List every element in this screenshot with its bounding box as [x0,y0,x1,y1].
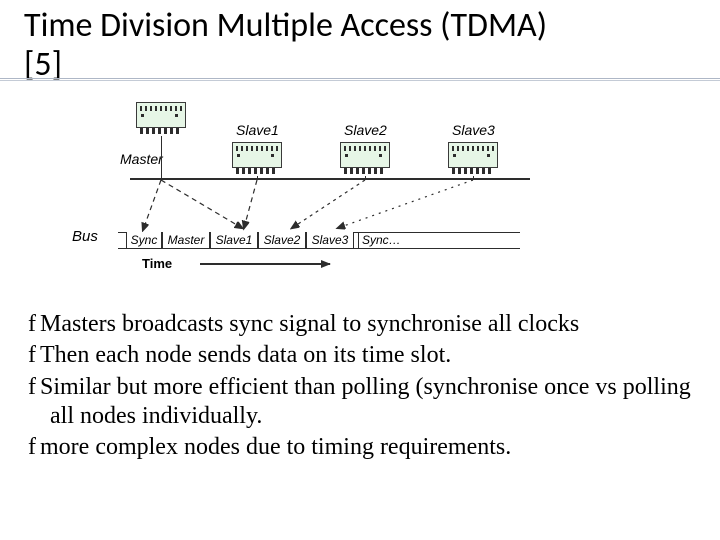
bullet-item: fMasters broadcasts sync signal to synch… [28,310,698,339]
time-label: Time [142,256,172,271]
bullet-item: fThen each node sends data on its time s… [28,341,698,370]
slide-title: Time Division Multiple Access (TDMA) [5] [24,6,704,84]
title-line-1: Time Division Multiple Access (TDMA) [24,5,547,46]
bullet-glyph-icon: f [28,311,40,337]
bullet-list: fMasters broadcasts sync signal to synch… [28,310,698,464]
slide: Time Division Multiple Access (TDMA) [5]… [0,0,720,540]
bullet-glyph-icon: f [28,374,40,400]
time-arrow-icon [200,263,330,265]
tdma-diagram: Master Slave1 Slave2 Slave3 Bus [70,96,580,286]
slot-slave2: Slave2 [258,232,306,248]
slot-sync: Sync [126,232,162,248]
bullet-text: more complex nodes due to timing require… [40,434,511,460]
timeline-bottom [118,248,520,249]
bullet-glyph-icon: f [28,434,40,460]
bullet-text: Then each node sends data on its time sl… [40,342,451,368]
bullet-item: fSimilar but more efficient than polling… [28,373,698,432]
title-underline [0,80,720,81]
bullet-text: Masters broadcasts sync signal to synchr… [40,311,579,337]
slot-slave3: Slave3 [306,232,354,248]
slot-master: Master [162,232,210,248]
slot-sync2: Sync… [358,232,401,248]
bullet-item: fmore complex nodes due to timing requir… [28,433,698,462]
bullet-glyph-icon: f [28,342,40,368]
title-underline [0,78,720,79]
bullet-text: Similar but more efficient than polling … [40,374,691,429]
slot-slave1: Slave1 [210,232,258,248]
